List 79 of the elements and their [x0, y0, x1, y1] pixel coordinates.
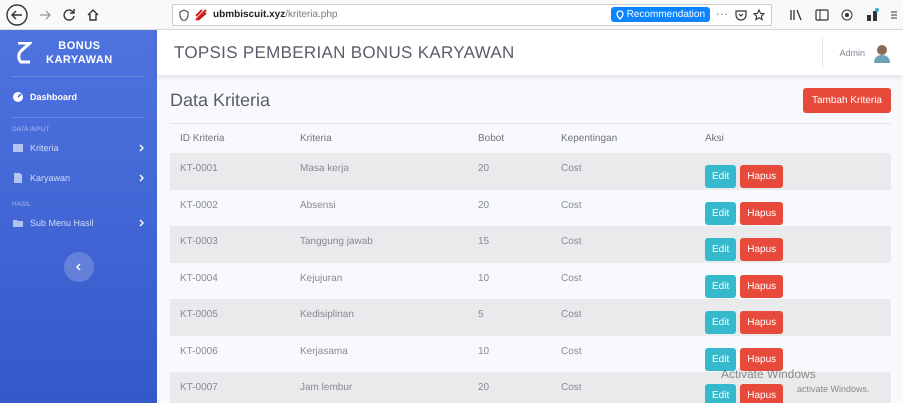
site-icon — [195, 8, 207, 20]
edit-button[interactable]: Edit — [705, 311, 736, 334]
table-cell: KT-0003 — [170, 226, 290, 262]
table-cell: 10 — [468, 336, 551, 372]
sidebar-toggle-button[interactable] — [64, 252, 94, 282]
delete-button[interactable]: Hapus — [740, 384, 784, 403]
forward-button[interactable] — [38, 8, 52, 22]
file-icon — [12, 172, 24, 184]
edit-button[interactable]: Edit — [705, 165, 736, 188]
table-cell: KT-0001 — [170, 153, 290, 190]
pocket-icon[interactable] — [735, 8, 747, 20]
table-cell: Cost — [551, 372, 695, 403]
folder-icon — [12, 217, 24, 229]
sidebar-item[interactable]: Kriteria — [12, 133, 145, 163]
table-cell: Jam lembur — [290, 372, 468, 403]
delete-button[interactable]: Hapus — [740, 238, 784, 261]
reload-button[interactable] — [62, 8, 76, 22]
delete-button[interactable]: Hapus — [740, 348, 784, 370]
delete-button[interactable]: Hapus — [740, 274, 784, 298]
more-button[interactable]: ··· — [716, 9, 729, 20]
sidebar-item[interactable]: Karyawan — [12, 163, 145, 193]
pin-icon — [616, 10, 624, 20]
sidebar-item[interactable]: Dashboard — [12, 77, 145, 118]
edit-button[interactable]: Edit — [705, 384, 736, 403]
table-icon — [12, 142, 24, 154]
url-domain: ubmbiscuit.xyz — [213, 9, 286, 20]
table-cell: 20 — [468, 372, 551, 403]
table-cell: Kedisiplinan — [290, 299, 468, 336]
activation-text: activate Windows. — [797, 384, 870, 394]
table-cell: Kejujuran — [290, 262, 468, 299]
back-button[interactable] — [6, 4, 28, 26]
eye-icon[interactable] — [841, 8, 853, 20]
chevron-right-icon — [139, 144, 145, 152]
table-cell: KT-0004 — [170, 262, 290, 299]
table-cell: Kerjasama — [290, 336, 468, 372]
shield-icon — [179, 8, 189, 20]
table-cell: 20 — [468, 153, 551, 190]
recommendation-button[interactable]: Recommendation — [610, 7, 710, 22]
library-icon[interactable] — [789, 8, 803, 20]
table-cell: Cost — [551, 336, 695, 372]
menu-icon[interactable] — [891, 10, 897, 20]
delete-button[interactable]: Hapus — [740, 311, 784, 334]
chevron-right-icon — [139, 174, 145, 182]
sidebar-item[interactable]: Sub Menu Hasil — [12, 208, 145, 238]
brand-name: BONUS KARYAWAN — [46, 39, 113, 67]
user-name: Admin — [839, 48, 865, 58]
edit-button[interactable]: Edit — [705, 238, 736, 261]
table-cell: KT-0005 — [170, 299, 290, 336]
sidebar-icon[interactable] — [815, 8, 829, 20]
chevron-right-icon — [139, 219, 145, 227]
table-cell: KT-0007 — [170, 372, 290, 403]
add-criteria-button[interactable]: Tambah Kriteria — [802, 88, 891, 112]
bookmark-star-icon[interactable] — [753, 8, 765, 20]
delete-button[interactable]: Hapus — [740, 202, 784, 224]
table-cell: 10 — [468, 262, 551, 299]
gauge-icon — [12, 91, 24, 103]
table-cell: Cost — [551, 190, 695, 226]
avatar-icon[interactable] — [873, 42, 891, 62]
edit-button[interactable]: Edit — [705, 348, 736, 370]
table-cell: Cost — [551, 153, 695, 190]
url-path: /kriteria.php — [285, 9, 338, 20]
app-title: TOPSIS PEMBERIAN BONUS KARYAWAN — [174, 42, 515, 62]
home-button[interactable] — [86, 8, 100, 22]
table-cell: 20 — [468, 190, 551, 226]
edit-button[interactable]: Edit — [705, 202, 736, 224]
table-cell: Tanggung jawab — [290, 226, 468, 262]
table-cell: 5 — [468, 299, 551, 336]
table-cell: Absensi — [290, 190, 468, 226]
table-cell: KT-0002 — [170, 190, 290, 226]
table-cell: Masa kerja — [290, 153, 468, 190]
table-cell: 15 — [468, 226, 551, 262]
address-bar[interactable]: ubmbiscuit.xyz/kriteria.php Recommendation ··· — [172, 4, 772, 26]
table-cell: Cost — [551, 262, 695, 299]
edit-button[interactable]: Edit — [705, 274, 736, 298]
table-cell: Cost — [551, 226, 695, 262]
table-cell: Cost — [551, 299, 695, 336]
table-cell: KT-0006 — [170, 336, 290, 372]
page-title: Data Kriteria — [170, 90, 270, 110]
delete-button[interactable]: Hapus — [740, 165, 784, 188]
